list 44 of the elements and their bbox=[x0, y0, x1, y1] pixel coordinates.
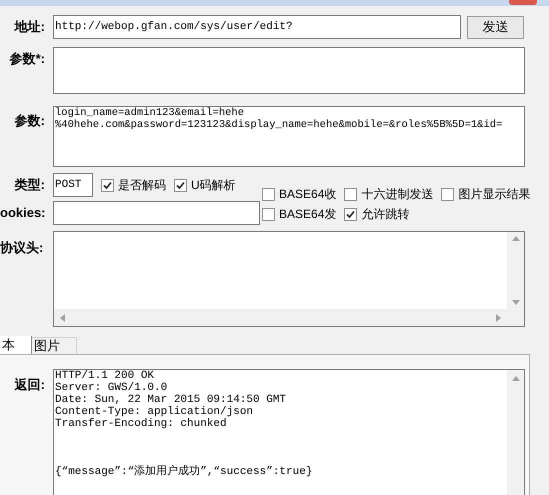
checkbox-label: BASE64发 bbox=[279, 206, 336, 223]
scroll-up-icon[interactable] bbox=[512, 236, 520, 241]
scroll-right-icon[interactable] bbox=[496, 314, 501, 322]
tab[interactable]: 本 bbox=[0, 336, 32, 354]
checkbox[interactable] bbox=[344, 188, 358, 200]
send-button[interactable]: 发送 bbox=[467, 16, 524, 38]
headers-field[interactable] bbox=[53, 231, 525, 327]
response-field[interactable]: HTTP/1.1 200 OK Server: GWS/1.0.0 Date: Sun, 22 Mar 2015 09:14:50 GMT Content-Type: application/json Transfer-Encoding: chunked {“message”:“添加用户成功”,“success”:true} bbox=[53, 369, 525, 495]
horizontal-scrollbar[interactable] bbox=[54, 309, 507, 326]
tab[interactable]: 图片 bbox=[32, 337, 77, 354]
text-area[interactable] bbox=[53, 47, 525, 94]
field-label: 协议头: bbox=[0, 240, 44, 255]
url-field[interactable]: http://webop.gfan.com/sys/user/edit? bbox=[53, 15, 461, 39]
checkbox-label: 是否解码 bbox=[118, 177, 166, 194]
checkmark-icon bbox=[346, 210, 356, 218]
checkbox[interactable] bbox=[262, 208, 275, 220]
checkbox[interactable] bbox=[344, 208, 358, 220]
scroll-up-icon[interactable] bbox=[512, 376, 520, 381]
checkbox-label: 允许跳转 bbox=[361, 206, 410, 223]
checkbox[interactable] bbox=[441, 188, 454, 200]
checkmark-icon bbox=[103, 180, 112, 190]
close-button[interactable] bbox=[509, 0, 537, 5]
checkbox[interactable] bbox=[262, 188, 275, 200]
cookies-field[interactable] bbox=[53, 201, 260, 225]
scroll-down-icon[interactable] bbox=[512, 300, 520, 305]
field-label: 参数: bbox=[14, 112, 45, 130]
checkbox-label: U码解析 bbox=[191, 177, 236, 194]
field-label: ookies: bbox=[0, 204, 46, 222]
checkbox-label: 图片显示结果 bbox=[458, 186, 530, 203]
checkbox-label: BASE64收 bbox=[279, 186, 336, 203]
type-field[interactable]: POST bbox=[53, 173, 93, 197]
checkmark-icon bbox=[176, 180, 185, 190]
checkbox-label: 十六进制发送 bbox=[361, 186, 434, 203]
params-field[interactable]: login_name=admin123&email=hehe %40hehe.com&password=123123&display_name=hehe&mobile=&roles%5B%5D=1&id= bbox=[53, 106, 525, 167]
vertical-scrollbar[interactable] bbox=[507, 370, 524, 495]
vertical-scrollbar[interactable] bbox=[507, 232, 524, 309]
response-text: HTTP/1.1 200 OK Server: GWS/1.0.0 Date: Sun, 22 Mar 2015 09:14:50 GMT Content-Type: application/json Transfer-Encoding: chunked {“message”:“添加用户成功”,“success”:true} bbox=[54, 370, 314, 480]
field-label: 参数*: bbox=[10, 50, 45, 68]
field-label: 类型: bbox=[14, 176, 45, 194]
checkbox[interactable] bbox=[101, 178, 114, 192]
checkbox[interactable] bbox=[174, 178, 187, 192]
field-label: 地址: bbox=[14, 18, 45, 36]
field-label: 返回: bbox=[14, 376, 45, 394]
scroll-left-icon[interactable] bbox=[60, 314, 65, 322]
